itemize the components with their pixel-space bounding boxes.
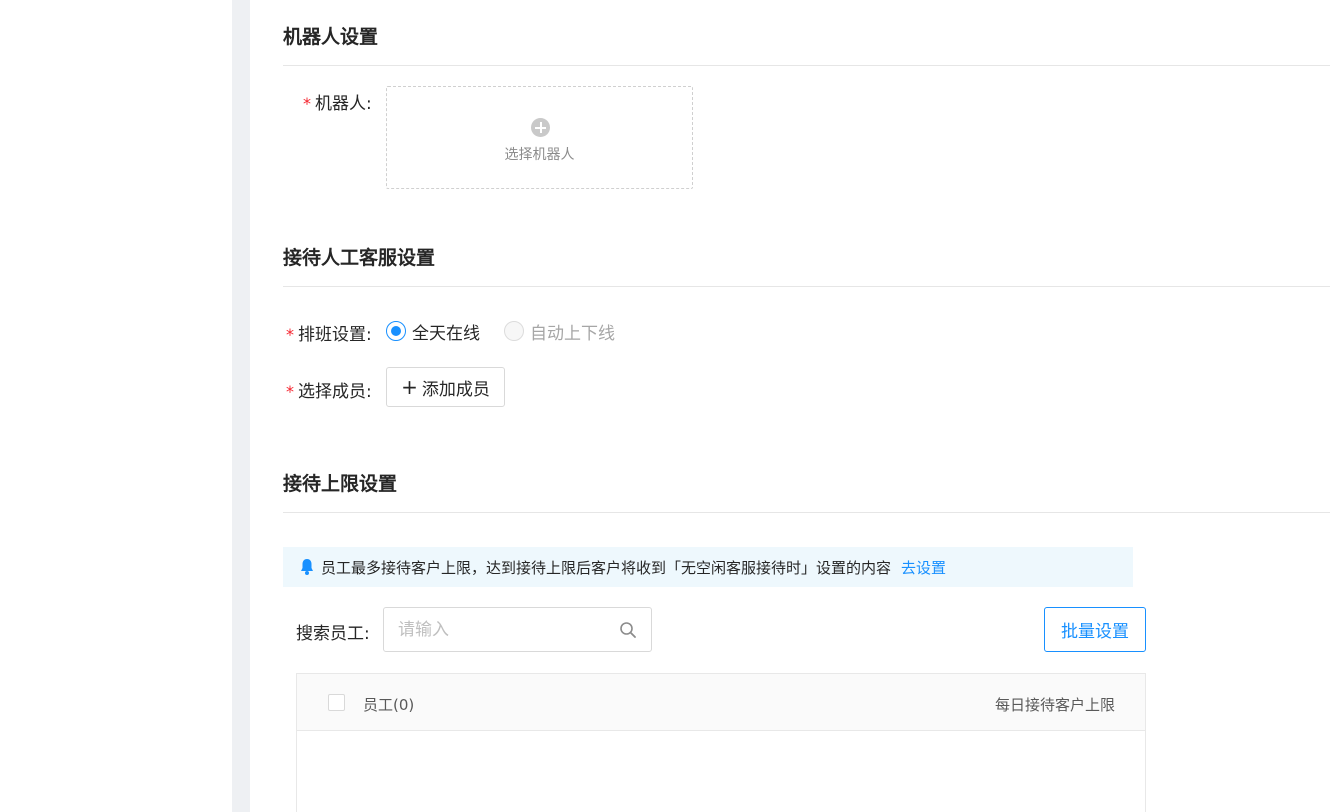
members-form-label: * 选择成员: [286,377,372,402]
search-staff-label: 搜索员工: [296,624,370,644]
select-robot-label: 选择机器人 [504,147,575,163]
main-content: 机器人设置 * 机器人: 选择机器人 接待人工客服设置 * 排班设置: 全天在线 自… [250,0,1330,812]
add-member-button[interactable]: + 添加成员 [386,367,505,407]
search-staff-input[interactable] [398,618,608,642]
section-divider [283,65,1330,66]
schedule-form-label: * 排班设置: [286,320,372,345]
schedule-label-text: 排班设置: [298,325,372,345]
select-all-checkbox[interactable] [328,694,345,711]
go-settings-link[interactable]: 去设置 [901,557,946,578]
table-header: 员工(0) 每日接待客户上限 [297,674,1145,731]
plus-circle-icon [531,118,550,137]
radio-checked-icon[interactable] [386,321,406,341]
batch-settings-button[interactable]: 批量设置 [1044,607,1146,652]
bell-icon [301,559,313,575]
radio-unchecked-icon[interactable] [504,321,524,341]
section-divider [283,512,1330,513]
column-header-daily-limit: 每日接待客户上限 [994,696,1115,714]
select-robot-picker[interactable]: 选择机器人 [386,86,693,189]
required-mark: * [286,382,294,401]
column-header-staff: 员工(0) [363,696,415,714]
search-staff-box [383,607,652,652]
required-mark: * [303,94,311,113]
required-mark: * [286,325,294,344]
radio-label: 自动上下线 [530,323,615,344]
staff-limit-table: 员工(0) 每日接待客户上限 [296,673,1146,812]
radio-all-day-online[interactable]: 全天在线 [386,319,480,344]
search-icon[interactable] [619,621,637,639]
section-title-robot: 机器人设置 [283,26,379,48]
layout-gutter [232,0,250,812]
schedule-radio-group: 全天在线 自动上下线 [386,319,639,344]
robot-form-label: * 机器人: [303,89,372,114]
info-notice: 员工最多接待客户上限，达到接待上限后客户将收到「无空闲客服接待时」设置的内容 去… [283,547,1133,587]
section-title-human-agent: 接待人工客服设置 [283,247,436,269]
radio-label: 全天在线 [412,323,480,344]
section-divider [283,286,1330,287]
members-label-text: 选择成员: [298,382,372,402]
robot-label-text: 机器人: [315,94,372,114]
add-member-label: 添加成员 [421,379,490,400]
plus-icon: + [401,375,418,399]
notice-text: 员工最多接待客户上限，达到接待上限后客户将收到「无空闲客服接待时」设置的内容 [321,558,892,577]
section-title-reception-limit: 接待上限设置 [283,473,398,495]
radio-auto-online-offline[interactable]: 自动上下线 [504,319,615,344]
left-blank-area [0,0,232,812]
